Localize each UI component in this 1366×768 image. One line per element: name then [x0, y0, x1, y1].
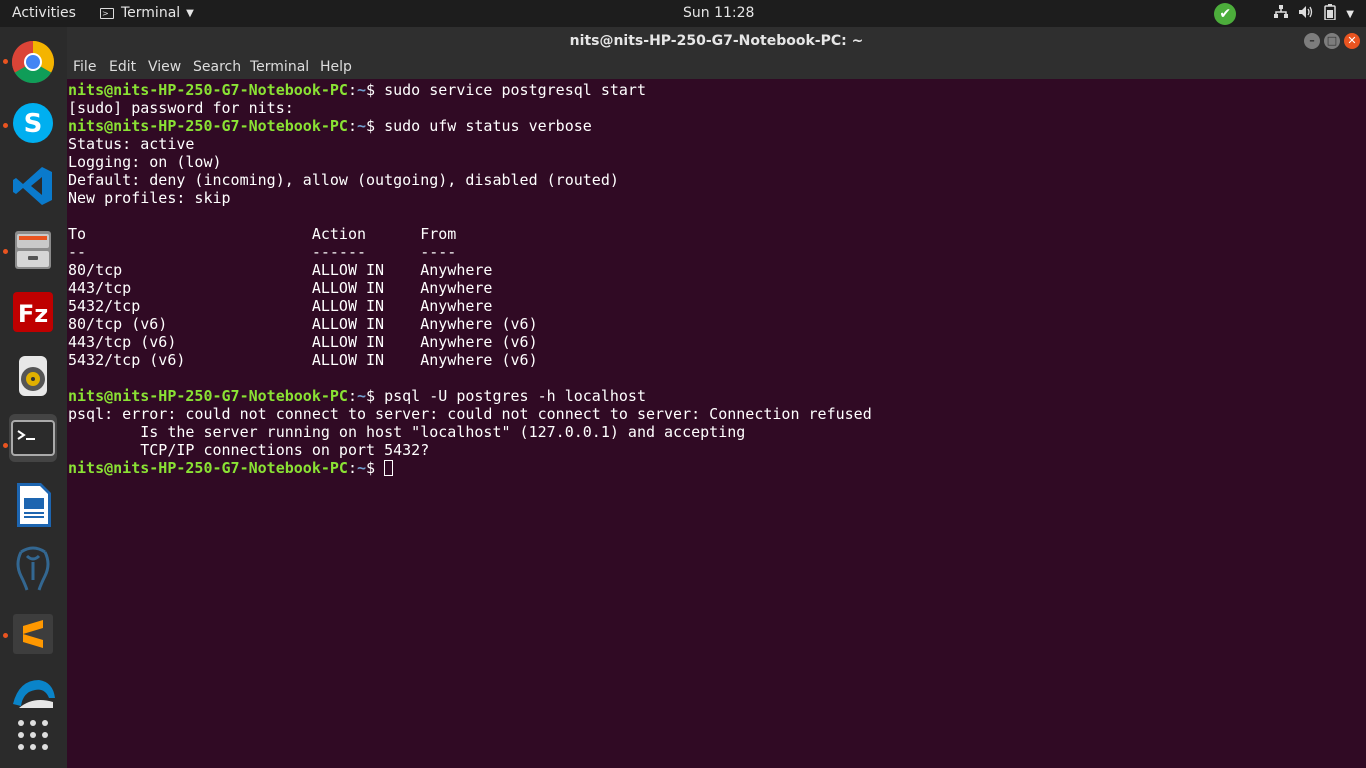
chevron-down-icon[interactable]: ▼: [1346, 9, 1354, 20]
window-titlebar[interactable]: nits@nits-HP-250-G7-Notebook-PC: ~ – □ ✕: [67, 27, 1366, 55]
filezilla-icon[interactable]: Fz: [9, 288, 57, 336]
output-line: Default: deny (incoming), allow (outgoin…: [68, 171, 619, 189]
text-cursor: [384, 460, 394, 476]
output-line: 5432/tcp ALLOW IN Anywhere: [68, 297, 493, 315]
system-tray[interactable]: ✔ ▼: [1214, 3, 1354, 25]
sublime-icon[interactable]: [9, 610, 57, 658]
svg-text:Fz: Fz: [18, 300, 48, 328]
menu-edit[interactable]: Edit: [109, 59, 136, 75]
menu-bar: File Edit View Search Terminal Help: [67, 55, 1366, 79]
output-line: 80/tcp (v6) ALLOW IN Anywhere (v6): [68, 315, 538, 333]
output-line: [sudo] password for nits:: [68, 99, 294, 117]
command-line: nits@nits-HP-250-G7-Notebook-PC:~$ psql …: [68, 387, 646, 405]
running-indicator: [3, 123, 8, 128]
output-line: 5432/tcp (v6) ALLOW IN Anywhere (v6): [68, 351, 538, 369]
menu-search[interactable]: Search: [193, 59, 241, 75]
menu-view[interactable]: View: [148, 59, 181, 75]
minimize-button[interactable]: –: [1304, 33, 1320, 49]
error-line: TCP/IP connections on port 5432?: [68, 441, 430, 459]
command-line: nits@nits-HP-250-G7-Notebook-PC:~$ sudo …: [68, 117, 592, 135]
terminal-output[interactable]: nits@nits-HP-250-G7-Notebook-PC:~$ sudo …: [67, 79, 1366, 768]
writer-icon[interactable]: [9, 481, 57, 529]
maximize-button[interactable]: □: [1324, 33, 1340, 49]
output-line: 443/tcp ALLOW IN Anywhere: [68, 279, 493, 297]
check-icon[interactable]: ✔: [1214, 3, 1237, 25]
terminal-icon: >: [100, 7, 114, 19]
media-player-icon[interactable]: [9, 352, 57, 400]
skype-icon[interactable]: S: [9, 99, 57, 147]
command-line: nits@nits-HP-250-G7-Notebook-PC:~$ sudo …: [68, 81, 646, 99]
volume-icon[interactable]: [1298, 5, 1314, 23]
chrome-icon[interactable]: [9, 38, 57, 86]
vscode-icon[interactable]: [9, 162, 57, 210]
dock: S Fz: [0, 27, 67, 768]
pgadmin-icon[interactable]: [9, 544, 57, 592]
command-line: nits@nits-HP-250-G7-Notebook-PC:~$: [68, 459, 394, 477]
output-line: -- ------ ----: [68, 243, 457, 261]
output-line: Logging: on (low): [68, 153, 222, 171]
app-menu-label: Terminal: [121, 5, 181, 21]
output-line: To Action From: [68, 225, 457, 243]
app-menu[interactable]: > Terminal ▼: [100, 5, 194, 21]
output-line: 80/tcp ALLOW IN Anywhere: [68, 261, 493, 279]
svg-text:S: S: [24, 109, 43, 139]
activities-button[interactable]: Activities: [12, 5, 76, 21]
battery-icon[interactable]: [1324, 4, 1337, 24]
output-line: 443/tcp (v6) ALLOW IN Anywhere (v6): [68, 333, 538, 351]
file-manager-icon[interactable]: [9, 225, 57, 273]
close-button[interactable]: ✕: [1344, 33, 1360, 49]
error-line: psql: error: could not connect to server…: [68, 405, 872, 423]
running-indicator: [3, 633, 8, 638]
terminal-icon[interactable]: [9, 414, 57, 462]
running-indicator: [3, 249, 8, 254]
menu-help[interactable]: Help: [320, 59, 352, 75]
clock[interactable]: Sun 11:28: [683, 5, 754, 21]
menu-file[interactable]: File: [73, 59, 96, 75]
top-bar: Activities > Terminal ▼ Sun 11:28 ✔ ▼: [0, 0, 1366, 27]
chevron-down-icon: ▼: [186, 7, 194, 19]
running-indicator: [3, 443, 8, 448]
running-indicator: [3, 59, 8, 64]
show-apps-icon[interactable]: [9, 711, 57, 759]
window-title: nits@nits-HP-250-G7-Notebook-PC: ~: [569, 33, 864, 49]
output-line: Status: active: [68, 135, 195, 153]
error-line: Is the server running on host "localhost…: [68, 423, 746, 441]
output-line: New profiles: skip: [68, 189, 231, 207]
menu-terminal[interactable]: Terminal: [250, 59, 309, 75]
network-icon[interactable]: [1274, 5, 1289, 23]
